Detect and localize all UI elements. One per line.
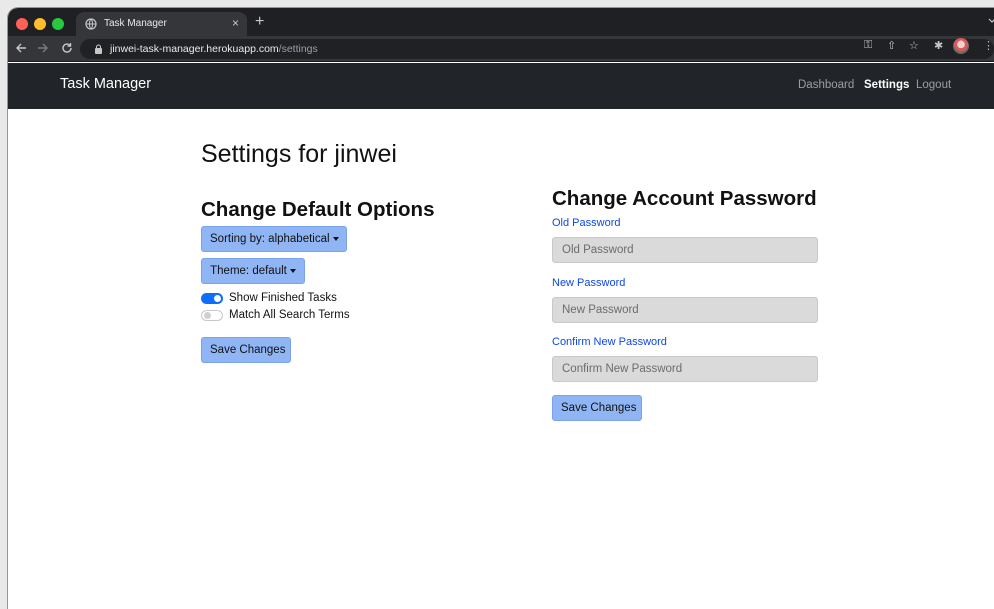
back-icon[interactable] [14, 41, 28, 55]
globe-icon [85, 18, 97, 30]
sorting-dropdown-label: Sorting by: alphabetical [210, 233, 330, 245]
address-bar[interactable]: jinwei-task-manager.herokuapp.com/settin… [80, 39, 994, 59]
show-finished-tasks-label[interactable]: Show Finished Tasks [229, 292, 337, 304]
browser-window: Task Manager × + jinwei-task-manager.her… [8, 8, 994, 609]
new-tab-button[interactable]: + [255, 13, 264, 31]
close-window-button[interactable] [16, 18, 28, 30]
share-icon[interactable]: ⇧ [887, 39, 896, 52]
save-password-button[interactable]: Save Changes [552, 395, 642, 421]
save-defaults-button[interactable]: Save Changes [201, 337, 291, 363]
extensions-icon[interactable]: ✱ [934, 39, 943, 52]
theme-dropdown-label: Theme: default [210, 265, 287, 277]
new-password-label: New Password [552, 277, 626, 289]
browser-toolbar: jinwei-task-manager.herokuapp.com/settin… [8, 36, 994, 62]
maximize-window-button[interactable] [52, 18, 64, 30]
tab-close-icon[interactable]: × [232, 16, 239, 30]
lock-icon[interactable] [94, 44, 103, 54]
theme-dropdown-button[interactable]: Theme: default [201, 258, 305, 284]
forward-icon[interactable] [36, 41, 50, 55]
star-icon[interactable]: ☆ [909, 39, 919, 52]
brand-link[interactable]: Task Manager [60, 76, 151, 92]
default-options-heading: Change Default Options [201, 198, 435, 221]
new-password-input[interactable] [552, 297, 818, 323]
confirm-password-label: Confirm New Password [552, 336, 667, 348]
page-title: Settings for jinwei [201, 140, 397, 168]
change-password-heading: Change Account Password [552, 187, 817, 210]
match-all-search-terms-toggle[interactable] [201, 310, 223, 321]
url-text: jinwei-task-manager.herokuapp.com/settin… [110, 43, 318, 55]
caret-down-icon [332, 236, 339, 241]
match-all-search-terms-label[interactable]: Match All Search Terms [229, 309, 350, 321]
show-finished-tasks-toggle[interactable] [201, 293, 223, 304]
nav-dashboard[interactable]: Dashboard [798, 79, 854, 91]
chevron-down-icon[interactable] [988, 17, 994, 25]
tab-title: Task Manager [104, 18, 167, 29]
profile-avatar[interactable] [953, 38, 969, 54]
minimize-window-button[interactable] [34, 18, 46, 30]
url-path: /settings [278, 43, 318, 55]
tab-task-manager[interactable]: Task Manager × [76, 12, 247, 36]
tab-strip: Task Manager × + [8, 8, 994, 36]
toggle-knob [214, 295, 221, 302]
nav-logout[interactable]: Logout [916, 79, 951, 91]
reload-icon[interactable] [60, 41, 74, 55]
app-navbar: Task Manager Dashboard Settings Logout [8, 63, 994, 109]
confirm-password-input[interactable] [552, 356, 818, 382]
old-password-input[interactable] [552, 237, 818, 263]
nav-settings[interactable]: Settings [864, 79, 909, 91]
caret-down-icon [289, 268, 296, 273]
sorting-dropdown-button[interactable]: Sorting by: alphabetical [201, 226, 347, 252]
toggle-knob [204, 312, 211, 319]
old-password-label: Old Password [552, 217, 621, 229]
menu-icon[interactable]: ⋮ [983, 39, 994, 52]
url-host: jinwei-task-manager.herokuapp.com [110, 43, 279, 55]
key-icon[interactable]: ⚿ [864, 39, 872, 52]
